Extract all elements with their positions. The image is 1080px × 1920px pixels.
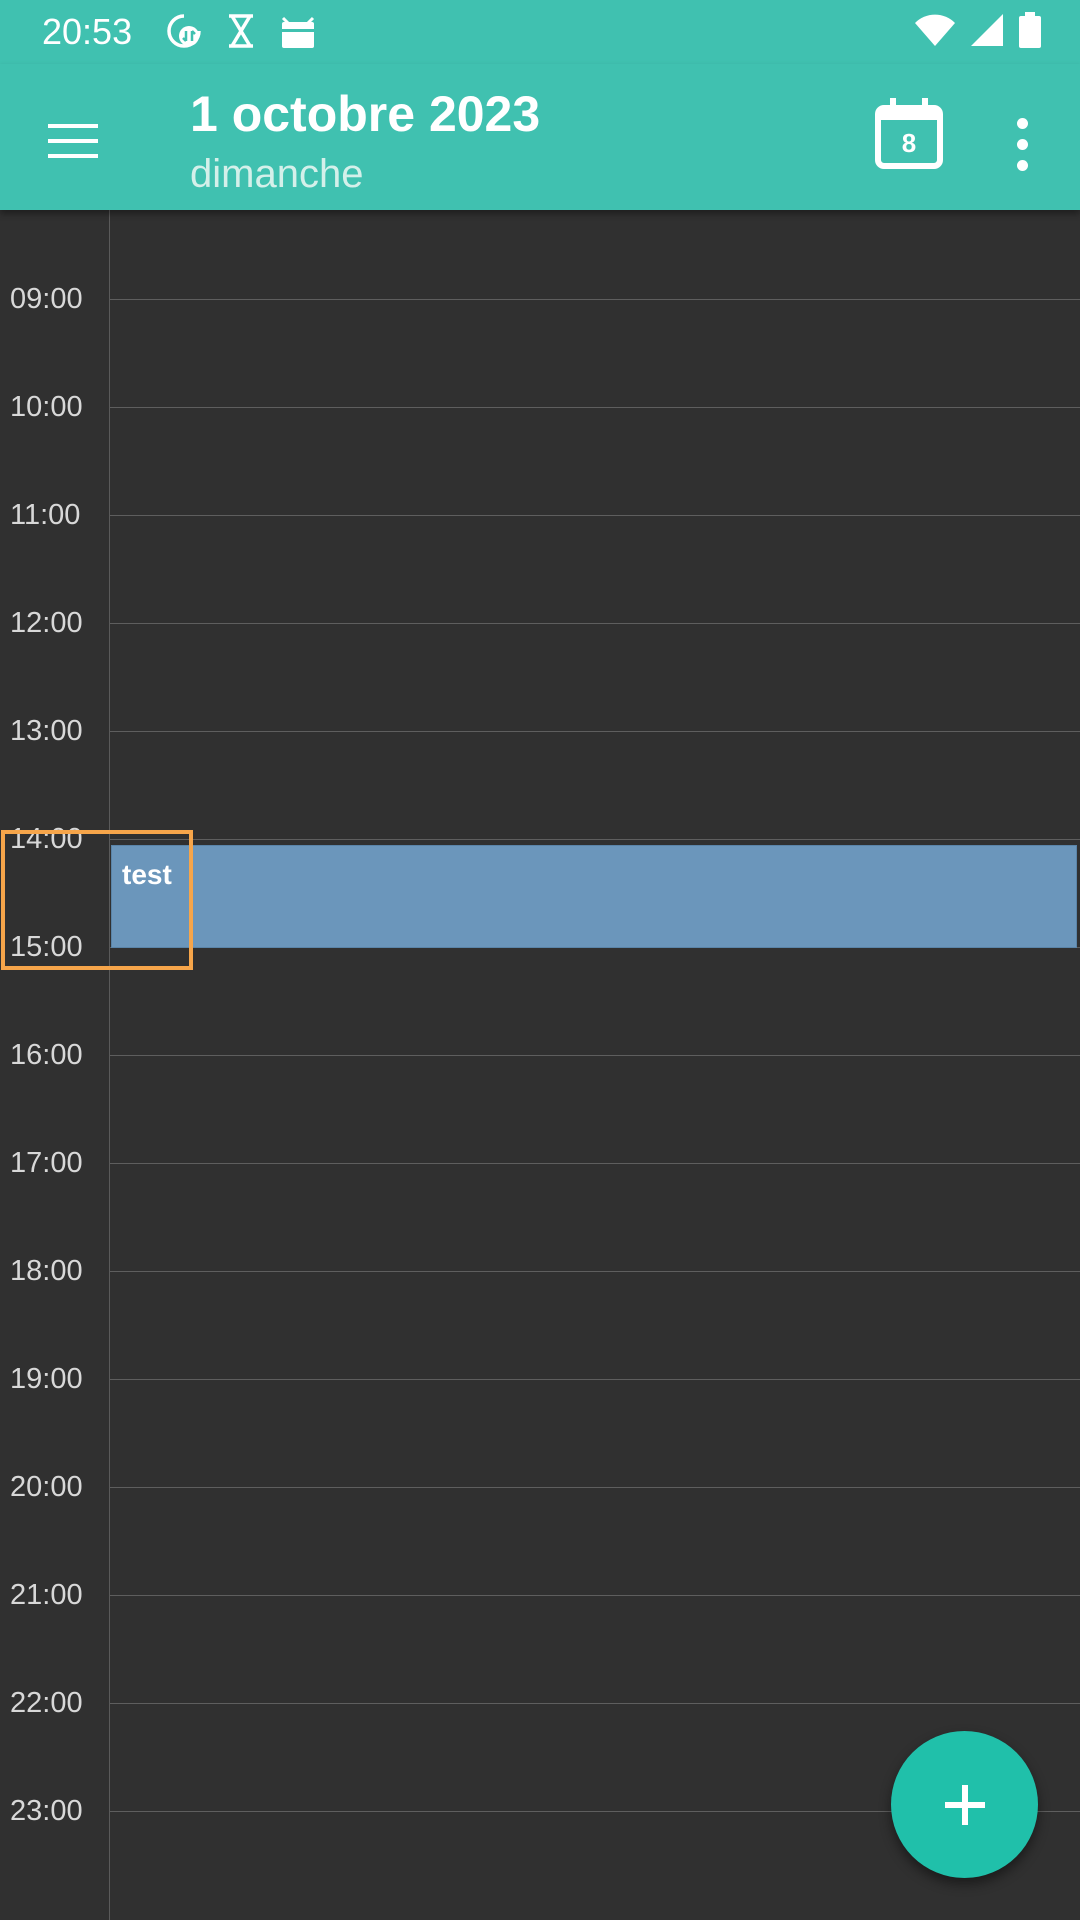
sync-icon: [165, 12, 203, 50]
hour-row[interactable]: 21:00: [0, 1579, 1080, 1703]
status-time: 20:53: [42, 11, 133, 52]
hour-label: 20:00: [10, 1471, 83, 1503]
hamburger-menu-icon: [48, 124, 98, 158]
hour-gridline: [110, 1703, 1080, 1704]
hour-gridline: [110, 515, 1080, 516]
hour-gridline: [110, 1595, 1080, 1596]
hour-label: 16:00: [10, 1039, 83, 1071]
hour-row[interactable]: 18:00: [0, 1255, 1080, 1379]
hour-label: 09:00: [10, 283, 83, 315]
signal-icon: [970, 13, 1004, 47]
hour-gridline: [110, 1055, 1080, 1056]
page-subtitle-weekday: dimanche: [190, 152, 364, 196]
hour-row[interactable]: 17:00: [0, 1147, 1080, 1271]
hour-row[interactable]: 16:00: [0, 1039, 1080, 1163]
hour-label: 18:00: [10, 1255, 83, 1287]
hour-gridline: [110, 1487, 1080, 1488]
hourglass-icon: [225, 13, 257, 49]
hour-gridline: [110, 731, 1080, 732]
go-to-today-button[interactable]: 8: [872, 94, 952, 174]
add-event-button[interactable]: [891, 1731, 1038, 1878]
hour-label: 11:00: [10, 499, 81, 531]
hour-label: 21:00: [10, 1579, 83, 1611]
hour-row[interactable]: 11:00: [0, 499, 1080, 623]
hour-row[interactable]: 15:00: [0, 931, 1080, 1055]
plus-icon: [944, 1784, 985, 1825]
menu-button[interactable]: [38, 106, 108, 176]
page-title: 1 octobre 2023: [190, 86, 541, 142]
hour-gridline: [110, 1271, 1080, 1272]
battery-icon: [1018, 12, 1042, 48]
hour-row[interactable]: 20:00: [0, 1471, 1080, 1595]
hour-label: 12:00: [10, 607, 83, 639]
hour-row[interactable]: 09:00: [0, 283, 1080, 407]
hour-label: 17:00: [10, 1147, 83, 1179]
hour-gridline: [110, 407, 1080, 408]
more-options-button[interactable]: [1002, 104, 1042, 184]
hour-gridline: [110, 299, 1080, 300]
hour-label: 14:00: [10, 823, 83, 855]
hour-label: 10:00: [10, 391, 83, 423]
hour-row[interactable]: 10:00: [0, 391, 1080, 515]
hour-gridline: [110, 839, 1080, 840]
app-bar: 1 octobre 2023 dimanche 8: [0, 64, 1080, 210]
event-title: test: [122, 859, 172, 890]
more-vert-icon: [1016, 117, 1028, 129]
hour-label: 15:00: [10, 931, 83, 963]
hour-gridline: [110, 623, 1080, 624]
hour-label: 22:00: [10, 1687, 83, 1719]
wifi-icon: [914, 13, 956, 47]
hour-label: 13:00: [10, 715, 83, 747]
status-system-icons: [914, 12, 1042, 48]
status-notification-icons: [165, 12, 317, 50]
hour-gridline: [110, 1379, 1080, 1380]
day-schedule-grid[interactable]: 09:00 10:00 11:00 12:00 13:00 14:00 15:00 16:00…: [0, 210, 1080, 1920]
hour-row[interactable]: 13:00: [0, 715, 1080, 839]
hour-label: 23:00: [10, 1795, 83, 1827]
hour-label: 19:00: [10, 1363, 83, 1395]
android-icon: [279, 12, 317, 50]
calendar-app: 20:53 1 octobre 2023 dimanche 8 09:00 10…: [0, 0, 1080, 1920]
today-date-number: 8: [901, 128, 917, 158]
status-bar: 20:53: [0, 0, 1080, 64]
hour-gridline: [110, 1163, 1080, 1164]
hour-row[interactable]: 19:00: [0, 1363, 1080, 1487]
event-block[interactable]: test: [111, 845, 1077, 948]
hour-row[interactable]: 12:00: [0, 607, 1080, 731]
